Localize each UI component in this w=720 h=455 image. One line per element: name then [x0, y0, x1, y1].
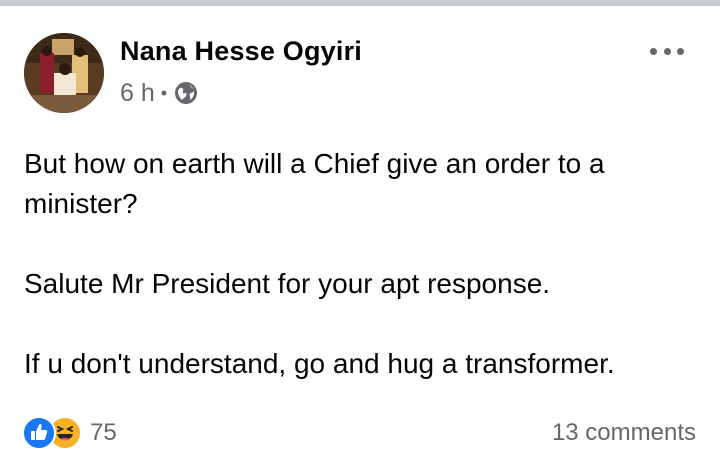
reaction-summary[interactable]: 75 [22, 416, 117, 450]
post-text: But how on earth will a Chief give an or… [24, 144, 704, 384]
meta-separator: • [160, 82, 168, 103]
post-paragraph: Salute Mr President for your apt respons… [24, 268, 551, 299]
more-options-icon[interactable] [650, 44, 684, 58]
post-paragraph: But how on earth will a Chief give an or… [24, 148, 605, 219]
post-paragraph: If u don't understand, go and hug a tran… [24, 348, 615, 379]
like-icon [22, 416, 56, 450]
avatar[interactable] [24, 33, 104, 113]
post-meta: 6 h • [120, 78, 198, 108]
avatar-photo [24, 33, 104, 113]
post-card: Nana Hesse Ogyiri 6 h • But how on earth… [0, 6, 720, 455]
comments-count-link[interactable]: 13 comments [552, 419, 696, 447]
globe-icon[interactable] [174, 81, 198, 105]
post-time[interactable]: 6 h [120, 79, 155, 108]
reaction-count: 75 [90, 419, 117, 446]
author-name[interactable]: Nana Hesse Ogyiri [120, 36, 362, 67]
